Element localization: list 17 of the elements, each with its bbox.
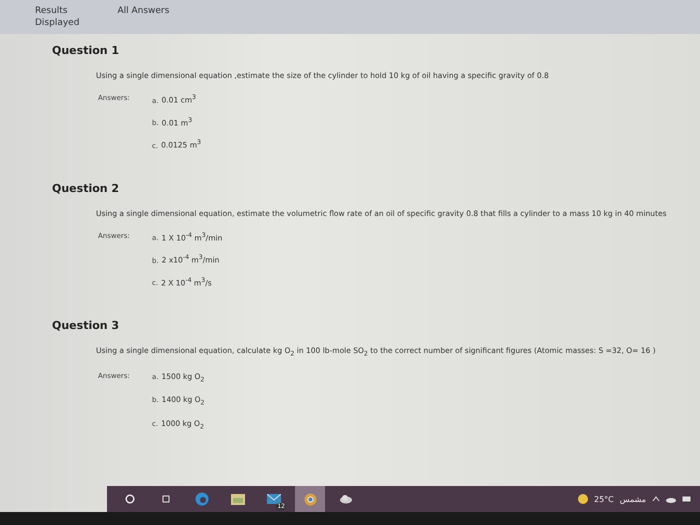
caret-icon[interactable]: [652, 496, 660, 502]
results-label: Results Displayed: [35, 6, 80, 30]
weather-text: مشمس: [620, 494, 646, 504]
folder-icon: [231, 493, 245, 505]
task-view-icon: [161, 494, 171, 504]
question-title: Question 1: [52, 44, 120, 57]
question-title: Question 2: [52, 182, 120, 194]
sun-icon: [578, 494, 588, 504]
mail-icon: [267, 494, 281, 504]
question-title: Question 3: [52, 319, 120, 332]
temperature: 25°C: [594, 494, 614, 504]
battery-icon[interactable]: [682, 496, 692, 502]
cloud-icon: [339, 494, 353, 504]
browser-icon: [195, 492, 209, 506]
results-value: All Answers: [117, 6, 170, 18]
search-icon: [125, 494, 135, 504]
cloud-icon[interactable]: [666, 496, 676, 502]
